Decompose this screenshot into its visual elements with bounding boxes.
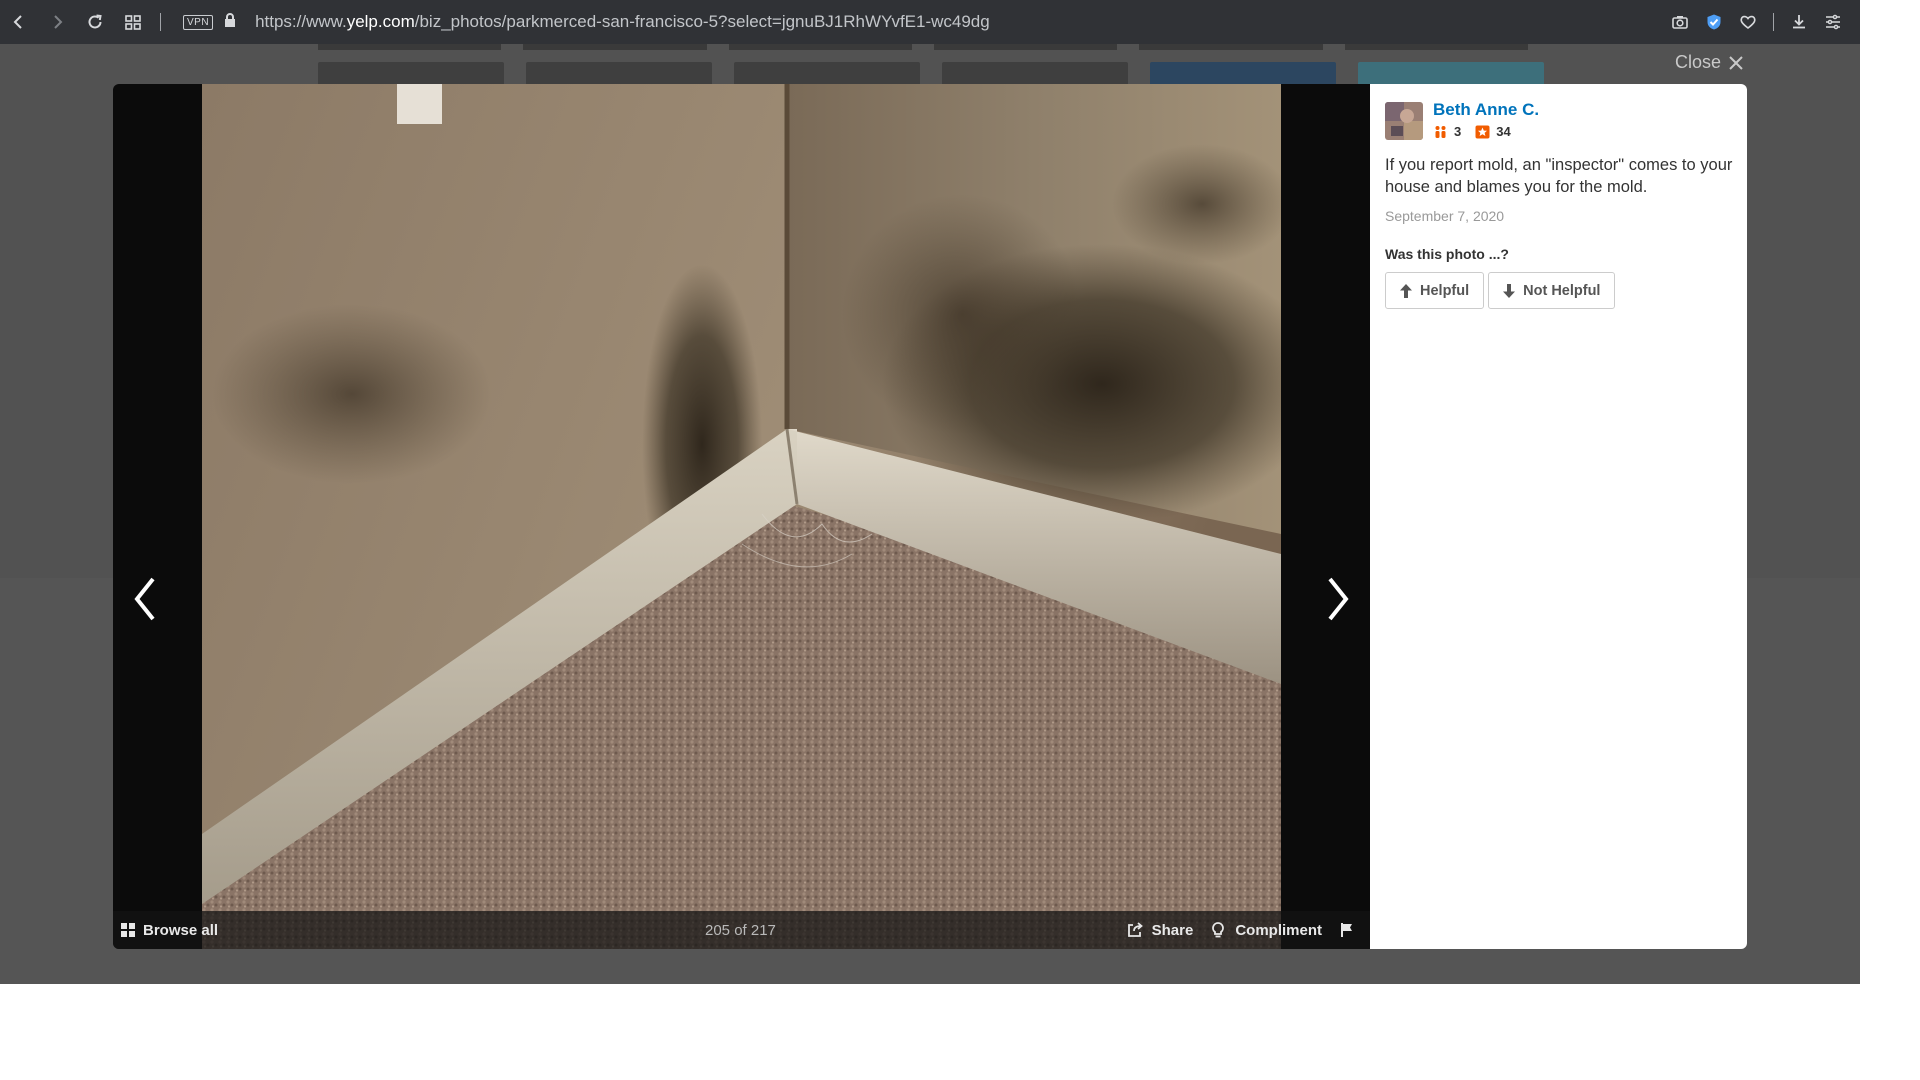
feedback-buttons: Helpful Not Helpful [1385,272,1732,309]
address-bar[interactable]: https://www.yelp.com/biz_photos/parkmerc… [255,12,990,32]
grid-icon [121,923,135,937]
report-button[interactable] [1338,921,1356,939]
close-lightbox-button[interactable]: Close [1675,52,1745,73]
share-label: Share [1151,921,1194,939]
back-button[interactable] [0,0,38,44]
close-label: Close [1674,52,1721,72]
forward-arrow-icon [54,15,63,29]
toolbar-divider-right [1773,13,1774,31]
friends-count: 3 [1454,124,1462,139]
photo-caption: If you report mold, an "inspector" comes… [1385,156,1733,196]
background-thumbnail [1358,62,1544,86]
settings-sliders-icon [1826,14,1840,30]
reload-icon [88,14,102,29]
browser-window: VPN https://www.yelp.com/biz_photos/park… [0,0,1860,984]
browser-toolbar: VPN https://www.yelp.com/biz_photos/park… [0,0,1860,44]
favorites-button[interactable] [1731,0,1765,44]
helpful-label: Helpful [1420,282,1470,299]
photo-counter: 205 of 217 [705,921,776,939]
background-thumbnails [318,62,1544,86]
photo-lightbox: Browse all 205 of 217 Share Compliment B… [113,84,1747,949]
background-thumbnail [942,62,1128,86]
forward-button[interactable] [38,0,76,44]
url-host: yelp.com [346,12,415,31]
browse-all-label: Browse all [143,921,219,939]
author-info: Beth Anne C. 3 34 [1433,100,1539,140]
easy-setup-button[interactable] [1816,0,1850,44]
feedback-question: Was this photo ...? [1385,246,1509,262]
reviews-count: 34 [1496,124,1511,139]
reload-button[interactable] [76,0,114,44]
background-thumbnail [734,62,920,86]
toolbar-actions [1663,0,1860,44]
flag-icon [1341,923,1352,937]
next-photo-chevron-right-icon[interactable] [1320,574,1356,624]
shield-icon [1707,14,1721,30]
vpn-badge[interactable]: VPN [183,14,214,30]
snapshot-button[interactable] [1663,0,1697,44]
photo-viewer: Browse all 205 of 217 Share Compliment [113,84,1370,949]
not-helpful-button[interactable]: Not Helpful [1488,272,1616,309]
browse-all-button[interactable]: Browse all [121,922,218,939]
photo-actions: Share Compliment [1110,921,1370,939]
friends-icon [1435,125,1446,138]
compliment-label: Compliment [1235,921,1322,939]
downloads-button[interactable] [1782,0,1816,44]
share-button[interactable]: Share [1126,921,1194,939]
mold-photo [202,84,1281,949]
arrow-down-icon [1503,283,1516,298]
previous-photo-chevron-left-icon[interactable] [127,574,163,624]
reviews-star-icon [1475,125,1490,138]
toolbar-divider [160,13,161,31]
shield-button[interactable] [1697,0,1731,44]
helpful-button[interactable]: Helpful [1385,272,1485,309]
background-thumbnail [318,62,504,86]
background-thumbnail [526,62,712,86]
background-thumbnail-strip-top [318,44,1528,50]
url-path: /biz_photos/parkmerced-san-francisco-5?s… [414,12,990,31]
close-icon [1729,55,1743,70]
back-arrow-icon [13,15,22,29]
not-helpful-label: Not Helpful [1523,282,1601,299]
avatar[interactable] [1385,102,1423,140]
camera-icon [1672,16,1688,29]
user-name-link[interactable]: Beth Anne C. [1433,100,1539,120]
url-prefix: https://www. [255,12,347,31]
download-icon [1793,15,1805,29]
share-icon [1127,922,1143,937]
photo-date: September 7, 2020 [1385,208,1505,224]
heart-icon [1740,15,1756,30]
photo-details-sidebar: Beth Anne C. 3 34 If you report mold, an… [1370,84,1747,949]
user-stats: 3 34 [1433,124,1539,139]
photo-author: Beth Anne C. 3 34 [1385,100,1732,140]
grid-icon [125,15,141,30]
background-thumbnail [1150,62,1336,86]
lock-icon[interactable] [223,12,237,33]
lightbulb-icon [1212,922,1225,938]
arrow-up-icon [1400,283,1412,298]
lightbox-footer: Browse all 205 of 217 Share Compliment [113,911,1370,949]
compliment-button[interactable]: Compliment [1209,921,1322,939]
tabs-grid-button[interactable] [114,0,152,44]
